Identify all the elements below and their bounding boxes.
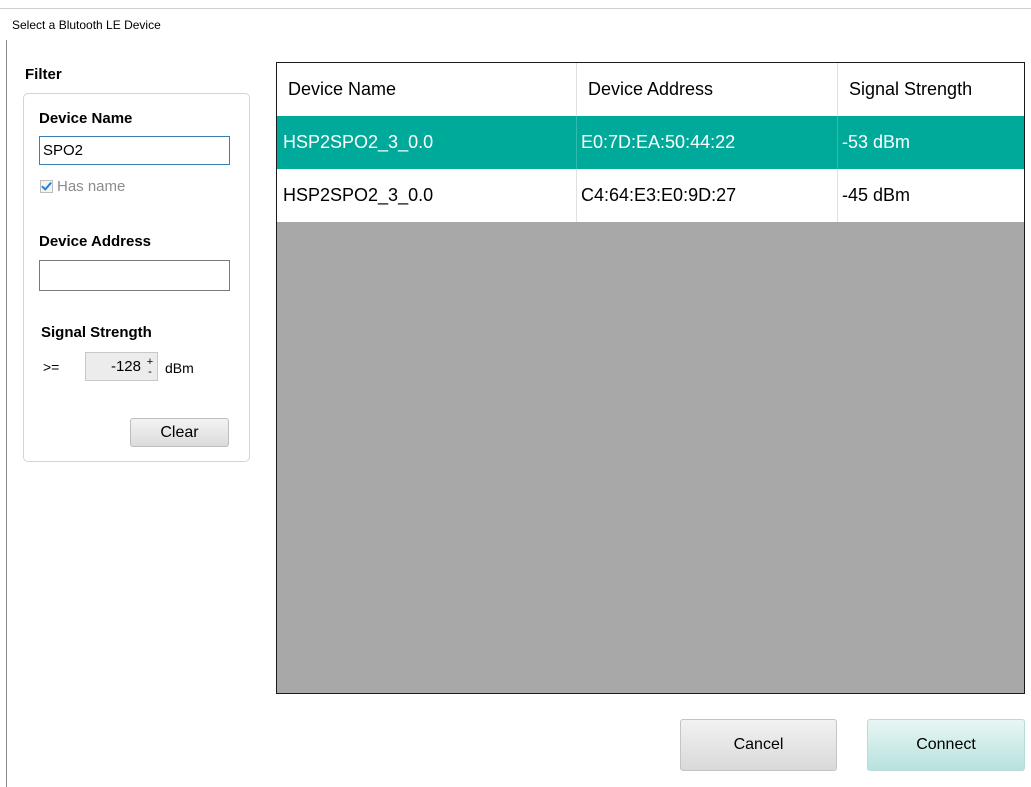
- cancel-button[interactable]: Cancel: [680, 719, 837, 771]
- device-picker-window: Select a Blutooth LE Device Filter Devic…: [0, 0, 1031, 787]
- window-title: Select a Blutooth LE Device: [12, 18, 161, 32]
- device-name-cell: HSP2SPO2_3_0.0: [277, 116, 577, 169]
- table-header: Device Name Device Address Signal Streng…: [277, 63, 1024, 116]
- window-left-border: [6, 40, 7, 787]
- stepper-down-button[interactable]: -: [148, 366, 152, 377]
- device-name-cell: HSP2SPO2_3_0.0: [277, 169, 577, 222]
- device-name-label: Device Name: [39, 110, 133, 127]
- signal-strength-label: Signal Strength: [41, 324, 152, 341]
- has-name-checkbox[interactable]: [40, 180, 53, 193]
- column-header-device-address[interactable]: Device Address: [577, 63, 838, 116]
- column-header-device-name[interactable]: Device Name: [277, 63, 577, 116]
- table-row[interactable]: HSP2SPO2_3_0.0 E0:7D:EA:50:44:22 -53 dBm: [277, 116, 1024, 169]
- stepper-arrows: + -: [143, 356, 157, 377]
- column-header-signal-strength[interactable]: Signal Strength: [838, 63, 1024, 116]
- device-address-input[interactable]: [39, 260, 230, 291]
- window-top-border: [0, 8, 1031, 9]
- clear-button[interactable]: Clear: [130, 418, 229, 447]
- has-name-label: Has name: [57, 178, 126, 195]
- device-address-cell: C4:64:E3:E0:9D:27: [577, 169, 838, 222]
- signal-strength-stepper[interactable]: -128 + -: [85, 352, 158, 381]
- signal-unit-label: dBm: [165, 360, 194, 376]
- signal-strength-cell: -53 dBm: [842, 132, 911, 152]
- has-name-checkbox-row[interactable]: Has name: [40, 178, 125, 195]
- table-row[interactable]: HSP2SPO2_3_0.0 C4:64:E3:E0:9D:27 -45 dBm: [277, 169, 1024, 222]
- filter-title: Filter: [25, 66, 62, 83]
- connect-button[interactable]: Connect: [867, 719, 1025, 771]
- signal-strength-cell: -45 dBm: [842, 185, 911, 205]
- signal-comparator: >=: [43, 359, 60, 375]
- device-address-label: Device Address: [39, 233, 152, 250]
- signal-strength-value[interactable]: -128: [86, 358, 143, 375]
- check-icon: [41, 182, 52, 191]
- device-name-input[interactable]: [39, 136, 230, 165]
- stepper-up-button[interactable]: +: [147, 356, 153, 367]
- device-address-cell: E0:7D:EA:50:44:22: [577, 116, 838, 169]
- device-table: Device Name Device Address Signal Streng…: [276, 62, 1025, 694]
